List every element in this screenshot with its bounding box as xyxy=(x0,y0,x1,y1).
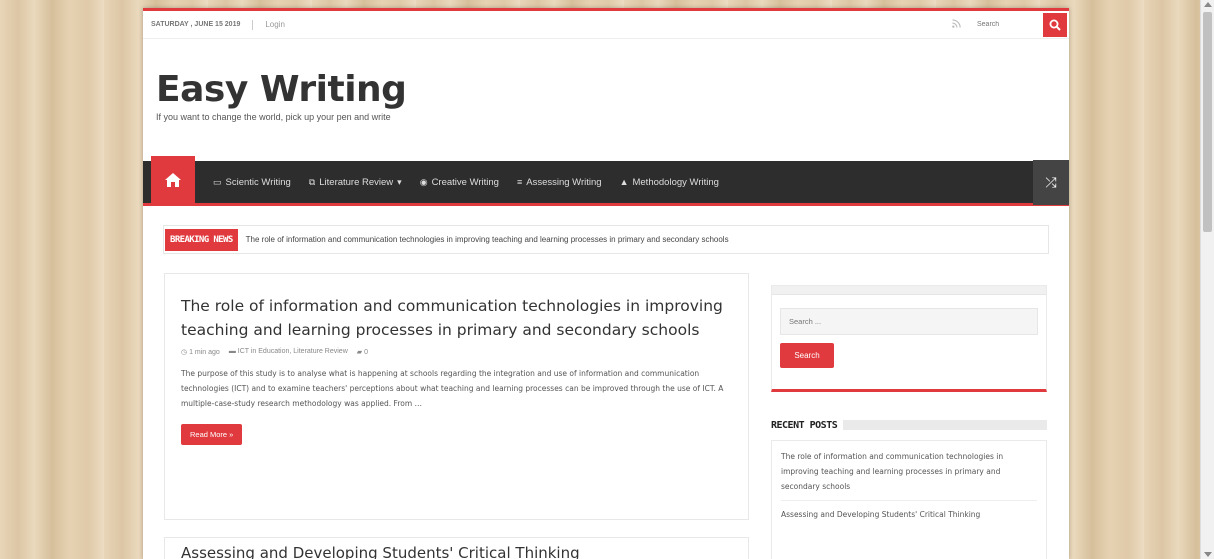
nav-item-creative-writing[interactable]: ◉ Creative Writing xyxy=(420,177,499,188)
breaking-news-label: BREAKING NEWS xyxy=(165,228,238,251)
clock-icon: ◷ xyxy=(181,349,190,356)
recent-posts-list: The role of information and communicatio… xyxy=(771,440,1047,559)
copy-icon: ⧉ xyxy=(308,176,316,187)
search-widget: Search xyxy=(771,285,1047,392)
recent-post-link[interactable]: The role of information and communicatio… xyxy=(781,449,1037,494)
post-card: Assessing and Developing Students' Criti… xyxy=(164,537,749,559)
post-card: The role of information and communicatio… xyxy=(164,273,749,520)
scroll-thumb[interactable] xyxy=(1203,12,1212,232)
breaking-news-link[interactable]: The role of information and communicatio… xyxy=(246,235,729,244)
top-bar: Saturday , June 15 2019 Login xyxy=(143,11,1069,39)
page-scrollbar[interactable] xyxy=(1200,0,1214,559)
read-more-button[interactable]: Read More » xyxy=(181,424,243,445)
main-nav: ▭ Scientic Writing ⧉ Literature Review ▾… xyxy=(143,155,1069,206)
home-button[interactable] xyxy=(151,155,195,205)
sidebar-search-button[interactable]: Search xyxy=(780,343,834,368)
folder-icon: ▬ xyxy=(228,348,238,355)
nav-item-methodology-writing[interactable]: ▲ Methodology Writing xyxy=(620,177,719,188)
chevron-down-icon: ▾ xyxy=(397,176,402,187)
site-tagline: If you want to change the world, pick up… xyxy=(156,112,391,122)
rss-icon[interactable] xyxy=(952,19,961,30)
current-date: Saturday , June 15 2019 xyxy=(151,21,241,28)
sidebar-search-input[interactable] xyxy=(780,308,1038,335)
widget-header-stripe xyxy=(772,286,1046,295)
sliders-icon: ≡ xyxy=(516,177,523,187)
widget-header-stripe xyxy=(843,420,1047,430)
nav-item-scientic-writing[interactable]: ▭ Scientic Writing xyxy=(213,177,291,188)
recent-posts-widget: RECENT POSTS The role of information and… xyxy=(771,416,1047,559)
post-comments[interactable]: ▰ 0 xyxy=(357,348,368,356)
search-icon xyxy=(1049,19,1061,31)
widget-title: RECENT POSTS xyxy=(771,419,838,431)
post-excerpt: The purpose of this study is to analyse … xyxy=(181,369,724,408)
breaking-news-bar: BREAKING NEWS The role of information an… xyxy=(163,225,1049,254)
divider xyxy=(781,500,1037,501)
post-meta: ◷ 1 min ago ▬ ICT in Education, Literatu… xyxy=(181,348,732,356)
scroll-up-icon[interactable] xyxy=(1204,2,1212,7)
graduation-cap-icon: ▲ xyxy=(619,177,629,187)
folder-icon: ▭ xyxy=(213,176,222,187)
nav-item-label: Literature Review xyxy=(319,176,394,188)
post-time: ◷ 1 min ago xyxy=(181,349,220,356)
post-title[interactable]: Assessing and Developing Students' Criti… xyxy=(181,544,732,559)
nav-item-label: Creative Writing xyxy=(431,176,499,188)
nav-item-literature-review[interactable]: ⧉ Literature Review ▾ xyxy=(309,177,402,188)
post-title[interactable]: The role of information and communicatio… xyxy=(181,294,732,342)
site-wrapper: Saturday , June 15 2019 Login Easy Writi… xyxy=(143,8,1069,559)
top-search-button[interactable] xyxy=(1043,12,1067,37)
eye-icon: ◉ xyxy=(419,176,428,187)
shuffle-icon: ⤮ xyxy=(1045,173,1057,190)
widget-header: RECENT POSTS xyxy=(771,416,1047,434)
site-title[interactable]: Easy Writing xyxy=(156,69,1069,110)
nav-item-label: Assessing Writing xyxy=(526,176,602,188)
login-link[interactable]: Login xyxy=(265,20,285,29)
random-article-button[interactable]: ⤮ xyxy=(1033,159,1069,205)
scroll-down-icon[interactable] xyxy=(1204,552,1212,557)
nav-item-label: Methodology Writing xyxy=(632,176,719,188)
top-search-input[interactable] xyxy=(971,14,1043,35)
divider xyxy=(252,19,254,30)
nav-item-assessing-writing[interactable]: ≡ Assessing Writing xyxy=(517,177,602,188)
site-header: Easy Writing If you want to change the w… xyxy=(143,39,1069,159)
post-categories[interactable]: ▬ ICT in Education, Literature Review xyxy=(229,348,348,356)
nav-item-label: Scientic Writing xyxy=(225,176,291,188)
comments-icon: ▰ xyxy=(356,349,365,356)
recent-post-link[interactable]: Assessing and Developing Students' Criti… xyxy=(781,507,1037,522)
home-icon xyxy=(165,173,181,187)
